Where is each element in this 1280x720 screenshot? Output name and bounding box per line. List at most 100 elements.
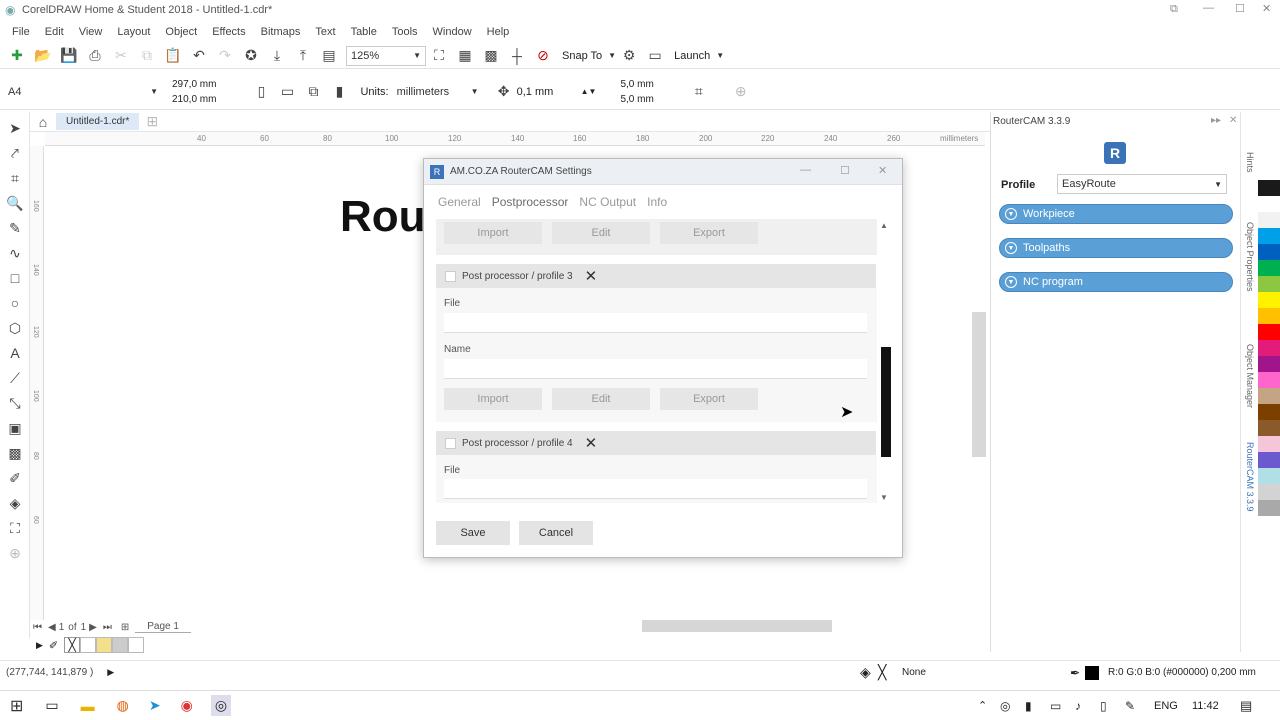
- units-combo[interactable]: millimeters ▼: [392, 81, 483, 102]
- menu-bitmaps[interactable]: Bitmaps: [261, 26, 301, 38]
- menu-help[interactable]: Help: [487, 26, 510, 38]
- print-icon[interactable]: ⎙: [86, 47, 104, 65]
- palette-swatch[interactable]: [1258, 436, 1280, 452]
- tray-expand-icon[interactable]: ⌃: [978, 699, 987, 712]
- palette-swatch[interactable]: [1258, 244, 1280, 260]
- all-pages-icon[interactable]: ⧉: [304, 83, 322, 101]
- next-page-icon[interactable]: ▶: [89, 622, 97, 633]
- menu-layout[interactable]: Layout: [117, 26, 150, 38]
- menu-effects[interactable]: Effects: [212, 26, 245, 38]
- nudge-field[interactable]: 0,1 mm: [517, 86, 581, 98]
- copy-icon[interactable]: ⧉: [138, 47, 156, 65]
- new-tab-icon[interactable]: ⊞: [143, 113, 161, 131]
- tab-info[interactable]: Info: [647, 195, 667, 209]
- menu-window[interactable]: Window: [433, 26, 472, 38]
- palette-swatch[interactable]: [1258, 468, 1280, 484]
- palette-swatch[interactable]: [1258, 452, 1280, 468]
- zoom-tool-icon[interactable]: 🔍: [6, 194, 24, 212]
- polygon-tool-icon[interactable]: ⬡: [6, 319, 24, 337]
- windows-start-icon[interactable]: ⊞: [10, 696, 23, 716]
- welcome-home-icon[interactable]: ⌂: [34, 113, 52, 131]
- canvas-vscroll[interactable]: [972, 150, 986, 616]
- app-launcher-icon[interactable]: ▭: [646, 47, 664, 65]
- profile-3-import-button[interactable]: Import: [444, 388, 542, 410]
- cut-icon[interactable]: ✂: [112, 47, 130, 65]
- export-button[interactable]: Export: [660, 222, 758, 244]
- rectangle-tool-icon[interactable]: □: [6, 269, 24, 287]
- artistic-media-icon[interactable]: ∿: [6, 244, 24, 262]
- options-gear-icon[interactable]: ⚙: [620, 47, 638, 65]
- tab-nc-output[interactable]: NC Output: [579, 195, 636, 209]
- landscape-icon[interactable]: ▭: [278, 83, 296, 101]
- first-page-icon[interactable]: ⏮: [33, 622, 42, 633]
- pick-tool-icon[interactable]: ➤: [6, 119, 24, 137]
- show-guidelines-icon[interactable]: ┼: [508, 47, 526, 65]
- nudge-spinner[interactable]: ▲▼: [581, 87, 597, 96]
- task-view-icon[interactable]: ▭: [45, 697, 58, 714]
- menu-object[interactable]: Object: [165, 26, 197, 38]
- palette-swatch[interactable]: [1258, 500, 1280, 516]
- page-width-field[interactable]: 297,0 mm: [172, 77, 216, 92]
- interactive-fill-icon[interactable]: ◈: [6, 494, 24, 512]
- profile-3-file-input[interactable]: [444, 313, 867, 333]
- open-icon[interactable]: 📂: [34, 47, 52, 65]
- snap-off-icon[interactable]: ⊘: [534, 47, 552, 65]
- add-preset-icon[interactable]: ⊕: [732, 83, 750, 101]
- dialog-minimize-button[interactable]: —: [800, 164, 811, 176]
- crop-tool-icon[interactable]: ⌗: [6, 169, 24, 187]
- document-palette-swatch[interactable]: [96, 637, 113, 653]
- freehand-tool-icon[interactable]: ✎: [6, 219, 24, 237]
- tab-general[interactable]: General: [438, 195, 481, 209]
- docker-tab-object-properties[interactable]: Object Properties: [1245, 222, 1255, 292]
- palette-swatch[interactable]: [1258, 180, 1280, 196]
- profile-3-remove-icon[interactable]: ✕: [585, 267, 598, 285]
- page-size-combo[interactable]: A4 ▼: [4, 81, 162, 102]
- redo-icon[interactable]: ↷: [216, 47, 234, 65]
- docker-tab-hints[interactable]: Hints: [1245, 152, 1255, 173]
- palette-swatch[interactable]: [1258, 292, 1280, 308]
- fill-icon[interactable]: ◈: [860, 664, 871, 681]
- tray-network-icon[interactable]: ▭: [1050, 699, 1061, 713]
- chrome-icon[interactable]: ◉: [181, 697, 193, 714]
- section-workpiece[interactable]: ▼ Workpiece: [999, 204, 1233, 224]
- docker-tab-object-manager[interactable]: Object Manager: [1245, 344, 1255, 408]
- smart-fill-icon[interactable]: ⛶: [6, 519, 24, 537]
- file-explorer-icon[interactable]: ▬: [81, 698, 95, 714]
- palette-swatch[interactable]: [1258, 356, 1280, 372]
- action-center-icon[interactable]: ▤: [1240, 698, 1252, 714]
- treat-as-filled-icon[interactable]: ⌗: [690, 83, 708, 101]
- profile-3-checkbox[interactable]: [445, 270, 456, 282]
- profile-3-name-input[interactable]: [444, 359, 867, 379]
- docker-tab-routercam[interactable]: RouterCAM 3.3.9: [1245, 442, 1255, 512]
- add-page-icon[interactable]: ⊞: [121, 622, 129, 633]
- palette-swatch[interactable]: [1258, 340, 1280, 356]
- menu-file[interactable]: File: [12, 26, 30, 38]
- tray-battery-icon[interactable]: ▯: [1100, 699, 1107, 713]
- zoom-level-combo[interactable]: 125% ▼: [346, 45, 426, 66]
- palette-swatch[interactable]: [1258, 196, 1280, 212]
- dialog-close-button[interactable]: ✕: [878, 164, 887, 177]
- last-page-icon[interactable]: ⏭: [103, 622, 112, 633]
- coreldraw-taskbar-icon[interactable]: ◎: [210, 695, 232, 716]
- tray-app-icon[interactable]: ◎: [1000, 699, 1010, 713]
- palette-swatch[interactable]: [1258, 404, 1280, 420]
- search-content-icon[interactable]: ✪: [242, 47, 260, 65]
- tray-usb-icon[interactable]: ▮: [1025, 699, 1032, 713]
- scroll-up-icon[interactable]: ▲: [880, 221, 888, 230]
- palette-swatch[interactable]: [1258, 484, 1280, 500]
- paste-icon[interactable]: 📋: [164, 47, 182, 65]
- page-height-field[interactable]: 210,0 mm: [172, 92, 216, 107]
- palette-swatch[interactable]: [1258, 276, 1280, 292]
- palette-menu-icon[interactable]: ▶: [36, 640, 43, 651]
- restore-app-icon[interactable]: ⧉: [1170, 3, 1178, 16]
- palette-swatch[interactable]: [1258, 228, 1280, 244]
- cancel-button[interactable]: Cancel: [519, 521, 593, 545]
- document-palette-swatch[interactable]: [128, 637, 145, 653]
- dialog-scroll-thumb[interactable]: [881, 347, 891, 457]
- close-button[interactable]: ✕: [1262, 2, 1271, 15]
- connector-tool-icon[interactable]: ⤡: [6, 394, 24, 412]
- add-tool-icon[interactable]: ⊕: [6, 544, 24, 562]
- palette-swatch[interactable]: [1258, 212, 1280, 228]
- scroll-down-icon[interactable]: ▼: [880, 493, 888, 502]
- palette-swatch[interactable]: [1258, 372, 1280, 388]
